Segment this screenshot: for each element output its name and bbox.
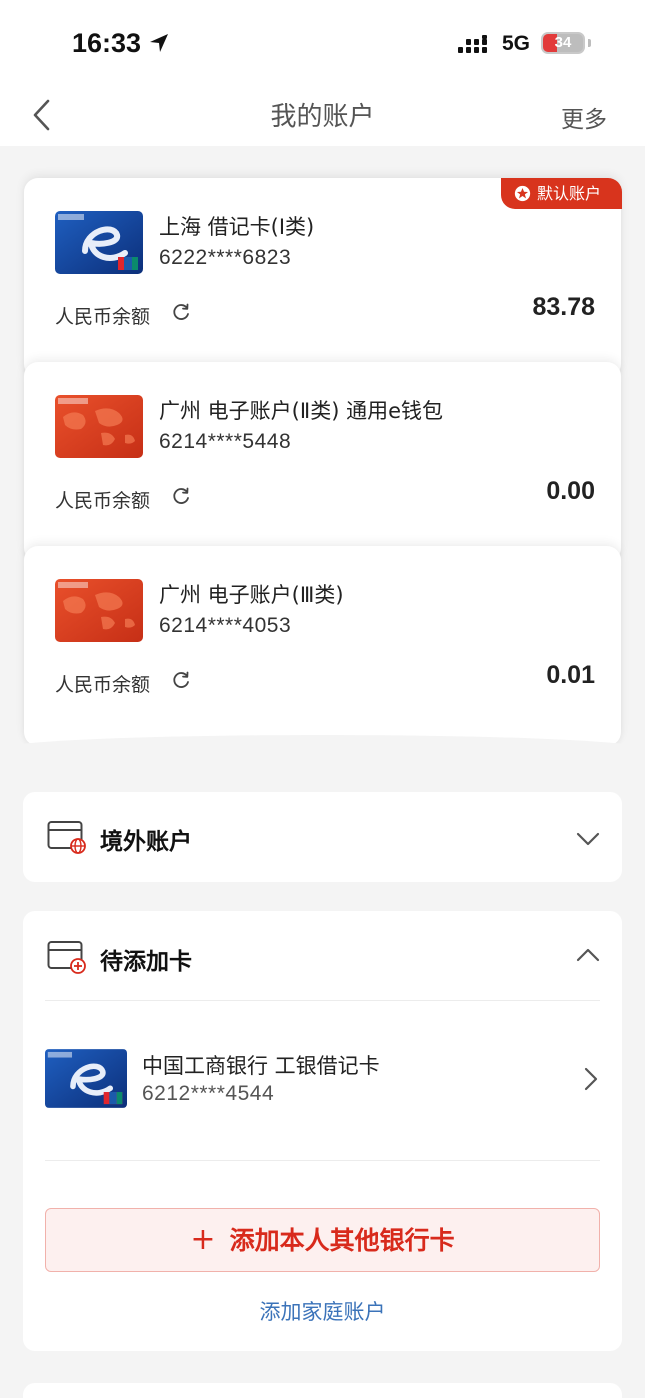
balance-label: 人民币余额 [55,674,151,696]
chevron-right-icon [584,1067,598,1091]
badge-label: 默认账户 [537,184,602,203]
default-account-badge: 默认账户 [501,178,622,209]
add-button-label: 添加本人其他银行卡 [229,1226,455,1255]
account-name: 广州 电子账户(Ⅱ类) 通用e钱包 [159,399,443,423]
icbc-blue-card-icon [55,211,143,274]
overseas-title: 境外账户 [100,829,192,855]
account-balance: 83.78 [532,293,595,321]
icbc-red-card-icon [55,579,143,642]
page-title: 我的账户 [270,102,375,132]
divider [45,1000,600,1001]
battery-tip [588,39,591,47]
account-balance: 0.00 [546,477,595,505]
add-card-icon [47,941,86,974]
account-card[interactable]: 默认账户 上海 借记卡(Ⅰ类) 6222****6823 人民币余额 83.78 [24,178,622,378]
pending-title: 待添加卡 [100,949,192,975]
pending-cards-section: 待添加卡 中国工商银行 工银借记卡 6212****4544 + 添加本人其他银行… [23,911,622,1351]
balance-label: 人民币余额 [55,306,151,328]
icbc-red-card-icon [55,395,143,458]
chevron-down-icon[interactable] [576,832,600,846]
plus-icon: + [190,1222,216,1257]
refresh-icon[interactable] [171,302,191,322]
account-number: 6222****6823 [159,246,292,269]
account-balance: 0.01 [546,661,595,689]
overseas-accounts-section[interactable]: 境外账户 [23,792,622,882]
status-time: 16:33 [72,28,142,58]
battery-level: 34 [554,34,572,51]
signal-icon [458,35,487,53]
star-icon [514,185,531,202]
status-bar: 16:33 5G 34 [0,0,645,86]
battery-icon: 34 [541,32,585,54]
add-family-account-link[interactable]: 添加家庭账户 [23,1296,622,1326]
network-type: 5G [502,32,531,55]
icbc-blue-card-icon [45,1049,127,1108]
next-section-edge [23,1383,622,1398]
account-card[interactable]: 广州 电子账户(Ⅲ类) 6214****4053 人民币余额 0.01 [24,546,621,746]
account-number: 6214****4053 [159,614,292,637]
nav-bar: 我的账户 更多 [0,86,645,146]
pending-card-number: 6212****4544 [142,1082,275,1105]
pending-card-name: 中国工商银行 工银借记卡 [142,1054,380,1078]
more-button[interactable]: 更多 [561,100,607,134]
balance-label: 人民币余额 [55,490,151,512]
account-card[interactable]: 广州 电子账户(Ⅱ类) 通用e钱包 6214****5448 人民币余额 0.0… [24,362,621,562]
location-arrow-icon [150,34,168,52]
divider [45,1160,600,1161]
globe-card-icon [47,821,86,854]
refresh-icon[interactable] [171,486,191,506]
chevron-up-icon[interactable] [576,948,600,962]
refresh-icon[interactable] [171,670,191,690]
account-number: 6214****5448 [159,430,292,453]
add-other-bank-card-button[interactable]: + 添加本人其他银行卡 [45,1208,600,1272]
account-name: 上海 借记卡(Ⅰ类) [159,215,315,239]
account-name: 广州 电子账户(Ⅲ类) [159,583,344,607]
